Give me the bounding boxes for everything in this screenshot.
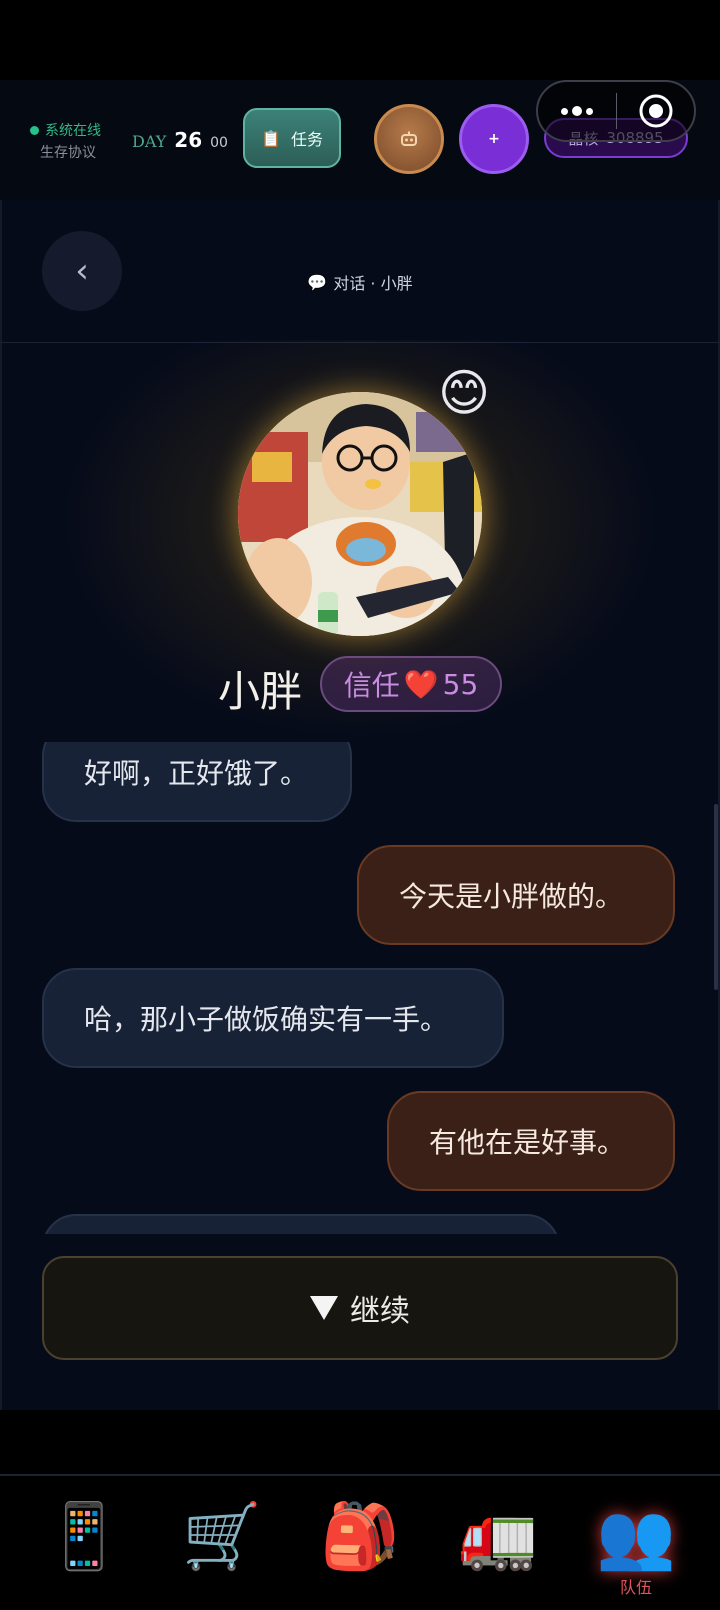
- day-counter: DAY 26 00: [132, 128, 228, 152]
- message-text: 好啊，正好饿了。: [84, 757, 309, 790]
- character-name: 小胖: [218, 667, 303, 716]
- add-button[interactable]: +: [459, 104, 529, 174]
- speech-bubble-icon: 💬: [307, 272, 328, 292]
- chat-title: 💬 对话 · 小胖: [0, 270, 720, 294]
- nav-item-phone[interactable]: 📱: [24, 1500, 144, 1574]
- phone-icon: 📱: [44, 1500, 124, 1574]
- protocol-text: 生存协议: [40, 145, 96, 161]
- continue-button[interactable]: 继续: [42, 1256, 678, 1360]
- avatar-illustration: [238, 392, 482, 636]
- message-text: 今天是小胖做的。: [399, 880, 624, 913]
- nav-item-backpack[interactable]: 🎒: [300, 1500, 420, 1574]
- robot-button[interactable]: [374, 104, 444, 174]
- system-status: 系统在线 生存协议: [30, 120, 130, 162]
- day-sub: 00: [210, 135, 228, 151]
- nav-item-team[interactable]: 👥 队伍: [576, 1500, 696, 1598]
- npc-message: 好啊，正好饿了。: [42, 742, 352, 822]
- npc-message: 哈，那小子做饭确实有一手。: [42, 968, 504, 1068]
- message-text: 有他在是好事。: [429, 1126, 626, 1159]
- backpack-icon: 🎒: [320, 1500, 400, 1574]
- task-button[interactable]: 📋 任务: [243, 108, 341, 168]
- scrollbar[interactable]: [714, 804, 718, 990]
- truck-icon: 🚛: [458, 1500, 538, 1574]
- character-avatar: [238, 392, 482, 636]
- nav-item-truck[interactable]: 🚛: [438, 1500, 558, 1574]
- robot-icon: [401, 131, 417, 146]
- app-frame: 系统在线 生存协议 DAY 26 00 📋 任务 + 晶核 308895: [0, 0, 720, 1610]
- triangle-down-icon: [310, 1296, 338, 1320]
- day-label: DAY: [132, 132, 167, 151]
- player-message: 有他在是好事。: [387, 1091, 675, 1191]
- nav-item-shop[interactable]: 🛒: [162, 1500, 282, 1574]
- player-message: 今天是小胖做的。: [357, 845, 675, 945]
- nav-label-team: 队伍: [619, 1578, 652, 1597]
- task-label: 任务: [290, 130, 323, 149]
- heart-icon: ❤️: [403, 667, 439, 701]
- status-text: 系统在线: [45, 123, 101, 139]
- npc-message-partial: [42, 1214, 560, 1234]
- bottom-nav: 📱 🛒 🎒 🚛 👥 队伍: [0, 1474, 720, 1610]
- mood-emoji-icon: 😊: [438, 364, 491, 422]
- clipboard-icon: 📋: [261, 128, 281, 148]
- day-number: 26: [174, 128, 203, 152]
- cart-icon: 🛒: [182, 1500, 262, 1574]
- plus-icon: +: [488, 131, 500, 147]
- message-list[interactable]: 好啊，正好饿了。 今天是小胖做的。 哈，那小子做饭确实有一手。 有他在是好事。: [0, 742, 720, 1234]
- continue-label: 继续: [350, 1294, 410, 1329]
- miniprogram-capsule: [536, 80, 696, 142]
- trust-label: 信任: [343, 669, 400, 702]
- trust-value: 55: [442, 667, 479, 701]
- trust-badge: 信任 ❤️ 55: [320, 656, 502, 712]
- message-text: 哈，那小子做饭确实有一手。: [84, 1003, 449, 1036]
- chat-title-text: 对话 · 小胖: [333, 274, 413, 293]
- close-miniprogram-button[interactable]: [617, 82, 694, 140]
- more-button[interactable]: [538, 82, 616, 140]
- online-dot-icon: [30, 125, 39, 135]
- target-icon: [639, 94, 672, 128]
- team-icon: 👥: [596, 1500, 676, 1574]
- more-dots-icon: [561, 106, 593, 116]
